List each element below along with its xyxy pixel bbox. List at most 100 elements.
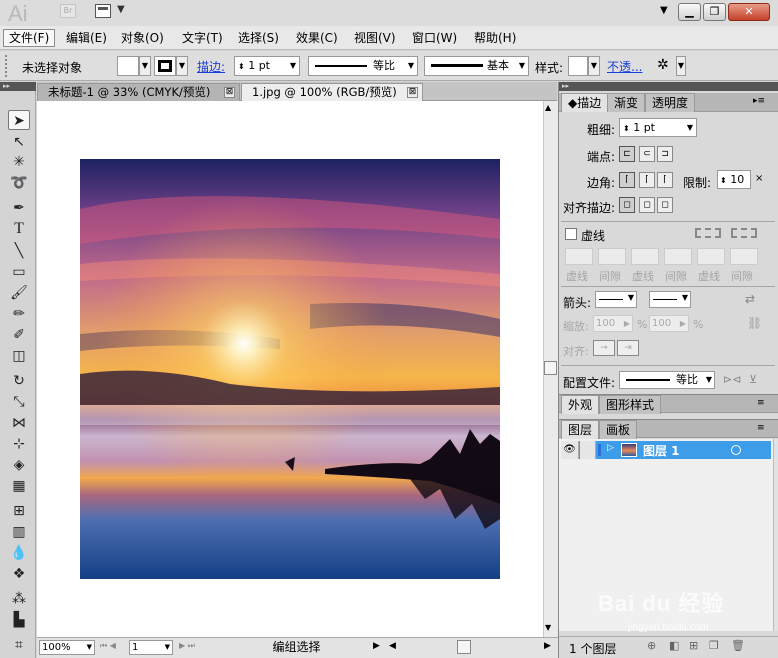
zoom-field[interactable]: 100% ▼ <box>39 640 95 655</box>
pencil-tool-icon[interactable]: ✏ <box>8 304 30 324</box>
chevron-down-icon[interactable]: ▼ <box>117 4 125 15</box>
align-center-icon[interactable]: ◻ <box>619 197 635 213</box>
dash-preserve-icon[interactable] <box>695 228 721 238</box>
start-scale-field[interactable]: 100 ▶ <box>593 315 633 332</box>
target-circle-icon[interactable] <box>731 445 741 455</box>
clipping-mask-icon[interactable]: ◧ <box>669 639 679 652</box>
paintbrush-tool-icon[interactable]: 🖌 <box>8 283 30 303</box>
stroke-swatch[interactable] <box>154 56 176 76</box>
scroll-left-icon[interactable]: ◀ <box>389 641 396 651</box>
selection-tool-icon[interactable]: ➤ <box>8 110 30 130</box>
stroke-link[interactable]: 描边: <box>197 58 225 75</box>
mesh-tool-icon[interactable]: ⊞ <box>8 501 30 521</box>
width-tool-icon[interactable]: ⋈ <box>8 413 30 433</box>
arrow-tip-at-end-icon[interactable]: ⇥ <box>617 340 639 356</box>
minimize-button[interactable]: ▁ <box>678 3 701 21</box>
vertical-scroll-thumb[interactable] <box>544 361 557 375</box>
flip-along-icon[interactable]: ⊳⊲ <box>723 373 741 386</box>
blob-brush-tool-icon[interactable]: ✐ <box>8 325 30 345</box>
menu-help[interactable]: 帮助(H) <box>469 29 521 47</box>
artboard-page-field[interactable]: 1 ▼ <box>129 640 173 655</box>
panel-menu-icon[interactable]: ≡ <box>757 398 765 408</box>
line-tool-icon[interactable]: ╲ <box>8 241 30 261</box>
layer-name[interactable]: 图层 1 <box>643 442 680 459</box>
type-tool-icon[interactable]: T <box>8 219 30 239</box>
tab-1-jpg[interactable]: 1.jpg @ 100% (RGB/预览) ⊠ <box>241 83 423 101</box>
style-swatch[interactable] <box>568 56 588 76</box>
new-sublayer-icon[interactable]: ⊞ <box>689 639 698 652</box>
menu-select[interactable]: 选择(S) <box>233 29 284 47</box>
menu-file[interactable]: 文件(F) <box>3 29 56 47</box>
sunset-lake-image[interactable] <box>80 159 500 579</box>
panel-menu-icon[interactable]: ≡ <box>757 423 765 433</box>
flip-across-icon[interactable]: ⊻ <box>749 373 757 386</box>
vertical-scrollbar[interactable]: ▲ ▼ <box>543 101 558 637</box>
restore-button[interactable]: ❐ <box>703 3 726 21</box>
layer-row[interactable]: 👁 ▷ 图层 1 <box>561 441 771 459</box>
lasso-tool-icon[interactable]: ➰ <box>8 173 30 193</box>
menu-edit[interactable]: 编辑(E) <box>61 29 112 47</box>
eraser-tool-icon[interactable]: ◫ <box>8 346 30 366</box>
end-scale-field[interactable]: 100 ▶ <box>649 315 689 332</box>
dashed-line-checkbox[interactable] <box>565 228 577 240</box>
new-layer-icon[interactable]: ❐ <box>709 639 719 652</box>
end-arrowhead-dropdown[interactable]: ▼ <box>649 291 691 308</box>
menu-window[interactable]: 窗口(W) <box>407 29 462 47</box>
fill-swatch[interactable] <box>117 56 139 76</box>
weight-field[interactable]: ⬍ 1 pt ▼ <box>619 118 697 137</box>
panel-collapse-icon[interactable]: ▸▸ <box>559 82 778 91</box>
artboard-tool-icon[interactable]: ⌗ <box>8 635 30 655</box>
scroll-up-icon[interactable]: ▲ <box>545 103 551 112</box>
more-options-dropdown[interactable]: ▼ <box>676 56 686 76</box>
tab-layers[interactable]: 图层 <box>561 420 600 439</box>
bridge-button[interactable]: Br <box>60 4 76 18</box>
menu-type[interactable]: 文字(T) <box>177 29 228 47</box>
round-join-icon[interactable]: ⌈ <box>639 172 655 188</box>
shape-builder-tool-icon[interactable]: ◈ <box>8 455 30 475</box>
close-tab-icon[interactable]: ⊠ <box>224 87 235 98</box>
rectangle-tool-icon[interactable]: ▭ <box>8 262 30 282</box>
dash-1-field[interactable] <box>565 248 593 265</box>
tab-gradient[interactable]: 渐变 <box>607 93 646 112</box>
scroll-down-icon[interactable]: ▼ <box>545 623 551 632</box>
panel-collapse-icon[interactable]: ▸▸ <box>0 82 36 91</box>
swap-arrowheads-icon[interactable]: ⇄ <box>745 292 755 306</box>
projecting-cap-icon[interactable]: ⊐ <box>657 146 673 162</box>
tab-untitled-1[interactable]: 未标题-1 @ 33% (CMYK/预览) ⊠ <box>37 83 240 101</box>
gap-3-field[interactable] <box>730 248 758 265</box>
brush-definition[interactable]: 基本 ▼ <box>424 56 529 76</box>
menu-view[interactable]: 视图(V) <box>349 29 401 47</box>
menu-object[interactable]: 对象(O) <box>116 29 169 47</box>
eyedropper-tool-icon[interactable]: 💧 <box>8 543 30 563</box>
blend-tool-icon[interactable]: ❖ <box>8 564 30 584</box>
delete-layer-icon[interactable]: 🗑 <box>731 639 745 652</box>
align-outside-icon[interactable]: ◻ <box>657 197 673 213</box>
opacity-link[interactable]: 不透... <box>607 58 642 75</box>
layers-scrollbar[interactable] <box>773 439 778 631</box>
tab-appearance[interactable]: 外观 <box>561 395 600 414</box>
miter-limit-field[interactable]: ⬍ 10 <box>717 170 751 189</box>
tab-graphic-styles[interactable]: 图形样式 <box>599 395 662 414</box>
last-page-icon[interactable]: ▶ ⏭ <box>179 641 195 651</box>
tab-transparency[interactable]: 透明度 <box>645 93 696 112</box>
column-graph-tool-icon[interactable]: ▙ <box>8 610 30 630</box>
link-scale-icon[interactable]: ⛓ <box>747 316 762 330</box>
profile-dropdown[interactable]: 等比 ▼ <box>619 371 715 389</box>
workspace-chevron-down-icon[interactable]: ▼ <box>660 5 668 16</box>
magic-wand-tool-icon[interactable]: ✳ <box>8 152 30 172</box>
status-menu-icon[interactable]: ▶ <box>373 641 380 651</box>
visibility-eye-icon[interactable]: 👁 <box>561 441 579 459</box>
align-inside-icon[interactable]: ◻ <box>639 197 655 213</box>
first-page-icon[interactable]: ⏮ ◀ <box>100 641 116 651</box>
horizontal-scroll-thumb[interactable] <box>457 640 471 654</box>
round-cap-icon[interactable]: ⊂ <box>639 146 655 162</box>
bevel-join-icon[interactable]: ⌈ <box>657 172 673 188</box>
variable-width-profile[interactable]: 等比 ▼ <box>308 56 418 76</box>
recolor-artwork-icon[interactable]: ✲ <box>657 57 669 73</box>
menu-effect[interactable]: 效果(C) <box>291 29 343 47</box>
arrow-tip-beyond-icon[interactable]: → <box>593 340 615 356</box>
symbol-sprayer-tool-icon[interactable]: ⁂ <box>8 589 30 609</box>
direct-selection-tool-icon[interactable]: ↖ <box>8 132 30 152</box>
tab-artboards[interactable]: 画板 <box>599 420 638 439</box>
scale-tool-icon[interactable]: ⤡ <box>8 392 30 412</box>
